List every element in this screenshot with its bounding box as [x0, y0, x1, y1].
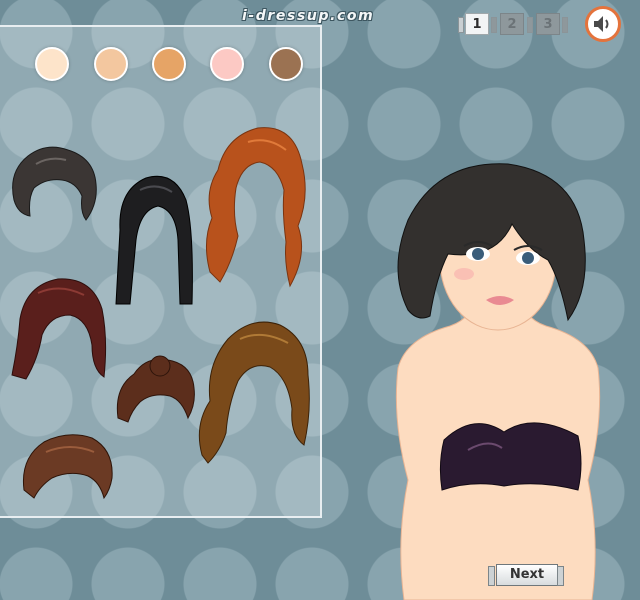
next-button-cap [557, 566, 564, 586]
hairstyle-pixie-brown[interactable] [20, 430, 114, 502]
next-button[interactable]: Next [496, 564, 558, 586]
page-button-cap [562, 17, 568, 33]
page-button-cap [458, 17, 464, 33]
game-stage: i-dressup.com 1 2 3 Next [0, 0, 640, 600]
hairstyle-shoulder-auburn[interactable] [8, 275, 108, 385]
skin-tone-swatch-pink[interactable] [210, 47, 244, 81]
speaker-icon [594, 16, 609, 32]
skin-tone-swatch-tan[interactable] [152, 47, 186, 81]
skin-tone-swatch-light[interactable] [94, 47, 128, 81]
hairstyle-long-wavy-red[interactable] [198, 122, 310, 292]
skin-tone-swatch-brown[interactable] [269, 47, 303, 81]
page-button-cap [491, 17, 497, 33]
page-button-1[interactable]: 1 [465, 13, 489, 35]
hairstyle-updo-brown[interactable] [112, 352, 198, 424]
page-button-3[interactable]: 3 [536, 13, 560, 35]
page-button-2[interactable]: 2 [500, 13, 524, 35]
hairstyle-short-curly-dark[interactable] [6, 142, 101, 227]
hairstyle-long-wavy-brown[interactable] [192, 315, 314, 467]
page-button-cap [527, 17, 533, 33]
hairstyle-long-straight-black[interactable] [106, 170, 196, 310]
sound-toggle-button[interactable] [585, 6, 621, 42]
skin-tone-swatch-fair[interactable] [35, 47, 69, 81]
site-logo: i-dressup.com [242, 8, 375, 24]
model-character [395, 163, 601, 600]
next-button-cap [488, 566, 495, 586]
